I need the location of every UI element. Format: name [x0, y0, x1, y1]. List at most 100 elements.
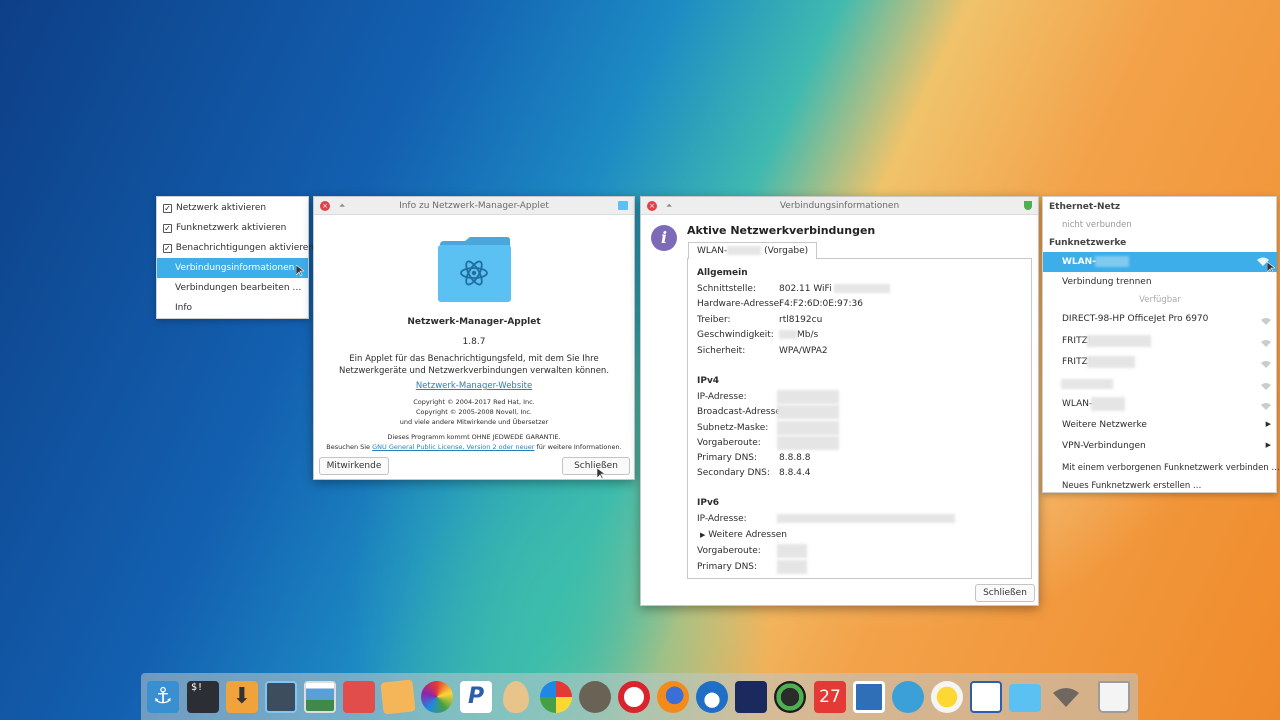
vpn-item[interactable]: VPN-Verbindungen ▶	[1043, 439, 1277, 455]
copyright-line: Copyright © 2004-2017 Red Hat, Inc.	[413, 398, 535, 406]
wifi-icon[interactable]	[1050, 681, 1082, 713]
anchor-icon[interactable]: ⚓	[147, 681, 179, 713]
window-title: Info zu Netzwerk-Manager-Applet	[399, 201, 549, 211]
more-addresses-expander[interactable]: ▶ Weitere Adressen	[700, 530, 787, 540]
info-row: Schnittstelle: 802.11 WiFi	[697, 284, 891, 294]
menu-item-label: Netzwerk aktivieren	[176, 203, 267, 213]
mouse-cursor-icon	[1267, 262, 1275, 274]
network-item[interactable]	[1043, 377, 1277, 393]
egg-icon[interactable]	[503, 681, 529, 713]
close-icon[interactable]: ×	[320, 201, 330, 211]
menu-item-edit-connections[interactable]: Verbindungen bearbeiten …	[157, 278, 308, 298]
app-version: 1.8.7	[462, 337, 486, 347]
license-link[interactable]: GNU General Public License, Version 2 od…	[372, 443, 534, 451]
network-item[interactable]: FRITZ!	[1043, 334, 1277, 350]
thunderbird-icon[interactable]	[696, 681, 728, 713]
redacted-ssid	[1091, 397, 1125, 411]
shade-icon[interactable]: ⏶	[666, 197, 672, 215]
menu-item-enable-notifications[interactable]: ✓ Benachrichtigungen aktivieren	[157, 238, 314, 258]
info-row: Vorgaberoute:	[697, 436, 839, 450]
website-link[interactable]: Netzwerk-Manager-Website	[314, 381, 634, 391]
redacted-ssid	[1087, 335, 1151, 347]
trash-icon[interactable]	[1098, 681, 1130, 713]
about-window: × ⏶ Info zu Netzwerk-Manager-Applet Netz…	[313, 196, 635, 480]
ethernet-status: nicht verbunden	[1062, 220, 1132, 230]
window-icon[interactable]	[853, 681, 885, 713]
submenu-arrow-icon: ▶	[1265, 420, 1271, 428]
opera-icon[interactable]	[618, 681, 650, 713]
info-row: IP-Adresse:	[697, 514, 955, 524]
sun-icon[interactable]	[931, 681, 963, 713]
heading: Aktive Netzwerkverbindungen	[687, 224, 876, 237]
menu-item-label: Funknetzwerk aktivieren	[176, 223, 287, 233]
gimp-icon[interactable]	[579, 681, 611, 713]
info-row: Broadcast-Adresse:	[697, 405, 839, 419]
video-icon[interactable]	[735, 681, 767, 713]
terminal-icon[interactable]: $!	[187, 681, 219, 713]
sphere-icon[interactable]	[892, 681, 924, 713]
wifi-signal-icon	[1261, 403, 1271, 410]
mouse-cursor-icon	[296, 265, 305, 277]
info-row: IP-Adresse:	[697, 390, 839, 404]
menu-item-enable-network[interactable]: ✓ Netzwerk aktivieren	[157, 198, 308, 218]
info-label: Secondary DNS:	[697, 468, 770, 478]
menu-item-connection-info[interactable]: Verbindungsinformationen	[157, 258, 308, 278]
new-network-item[interactable]: Neues Funknetzwerk erstellen …	[1062, 481, 1201, 491]
network-menu: Ethernet-Netz nicht verbunden Funknetzwe…	[1042, 196, 1280, 493]
submenu-arrow-icon: ▶	[1265, 441, 1271, 449]
network-item[interactable]: DIRECT-98-HP OfficeJet Pro 6970	[1043, 312, 1277, 328]
network-item[interactable]: WLAN-	[1043, 397, 1277, 413]
info-value: 8.8.8.8	[779, 453, 811, 463]
redacted-value	[777, 436, 839, 450]
close-icon[interactable]: ×	[647, 201, 657, 211]
pinwheel-icon[interactable]	[540, 681, 572, 713]
folder-icon[interactable]	[1009, 684, 1041, 712]
redacted-value	[777, 390, 839, 404]
download-icon[interactable]: ⬇	[226, 681, 258, 713]
monitor-icon[interactable]	[970, 681, 1002, 713]
pycharm-icon[interactable]: P	[460, 681, 492, 713]
image-viewer-icon[interactable]	[304, 681, 336, 713]
credits-button[interactable]: Mitwirkende	[319, 457, 389, 475]
redacted-ssid	[727, 246, 762, 255]
menu-item-enable-wifi[interactable]: ✓ Funknetzwerk aktivieren	[157, 218, 308, 238]
tab-wlan[interactable]: WLAN- (Vorgabe)	[688, 242, 818, 259]
info-value: F4:F2:6D:0E:97:36	[779, 299, 863, 309]
checkbox-icon: ✓	[163, 223, 172, 233]
redacted-ssid	[1087, 356, 1135, 368]
camera-icon[interactable]	[774, 681, 806, 713]
image-editor-icon[interactable]	[380, 679, 416, 715]
info-row: Primary DNS: 8.8.8.8	[697, 453, 811, 463]
section-header: IPv6	[697, 498, 720, 508]
info-row: Sicherheit: WPA/WPA2	[697, 346, 828, 356]
info-value: WPA/WPA2	[779, 346, 828, 356]
menu-item-label: VPN-Verbindungen	[1062, 441, 1146, 451]
close-button[interactable]: Schließen	[975, 584, 1035, 602]
network-item[interactable]: FRITZ!	[1043, 355, 1277, 371]
checkbox-icon: ✓	[163, 203, 172, 213]
redacted-value	[777, 560, 807, 574]
info-row: Vorgaberoute:	[697, 544, 807, 558]
menu-item-info[interactable]: Info	[157, 298, 308, 318]
calendar-icon[interactable]: 27	[814, 681, 846, 713]
more-networks-item[interactable]: Weitere Netzwerke ▶	[1043, 418, 1277, 434]
screenshot-icon[interactable]	[265, 681, 297, 713]
firefox-icon[interactable]	[657, 681, 689, 713]
close-button[interactable]: Schließen	[562, 457, 630, 475]
info-label: Broadcast-Adresse:	[697, 407, 784, 417]
expander-label: Weitere Adressen	[708, 530, 788, 540]
active-network-item[interactable]: WLAN-	[1043, 252, 1277, 274]
mouse-cursor-icon	[597, 468, 605, 480]
shade-icon[interactable]: ⏶	[339, 197, 345, 215]
info-row: Secondary DNS: 8.8.4.4	[697, 468, 811, 478]
redacted-value	[777, 544, 807, 558]
photos-icon[interactable]	[343, 681, 375, 713]
disconnect-item[interactable]: Verbindung trennen	[1062, 277, 1152, 287]
info-row: Subnetz-Maske:	[697, 421, 839, 435]
info-row: Treiber: rtl8192cu	[697, 315, 822, 325]
info-label: Hardware-Adresse:	[697, 299, 783, 309]
tab-label-prefix: WLAN-	[697, 246, 728, 256]
color-picker-icon[interactable]	[421, 681, 453, 713]
wifi-signal-icon	[1261, 318, 1271, 325]
hidden-network-item[interactable]: Mit einem verborgenen Funknetzwerk verbi…	[1062, 463, 1280, 473]
